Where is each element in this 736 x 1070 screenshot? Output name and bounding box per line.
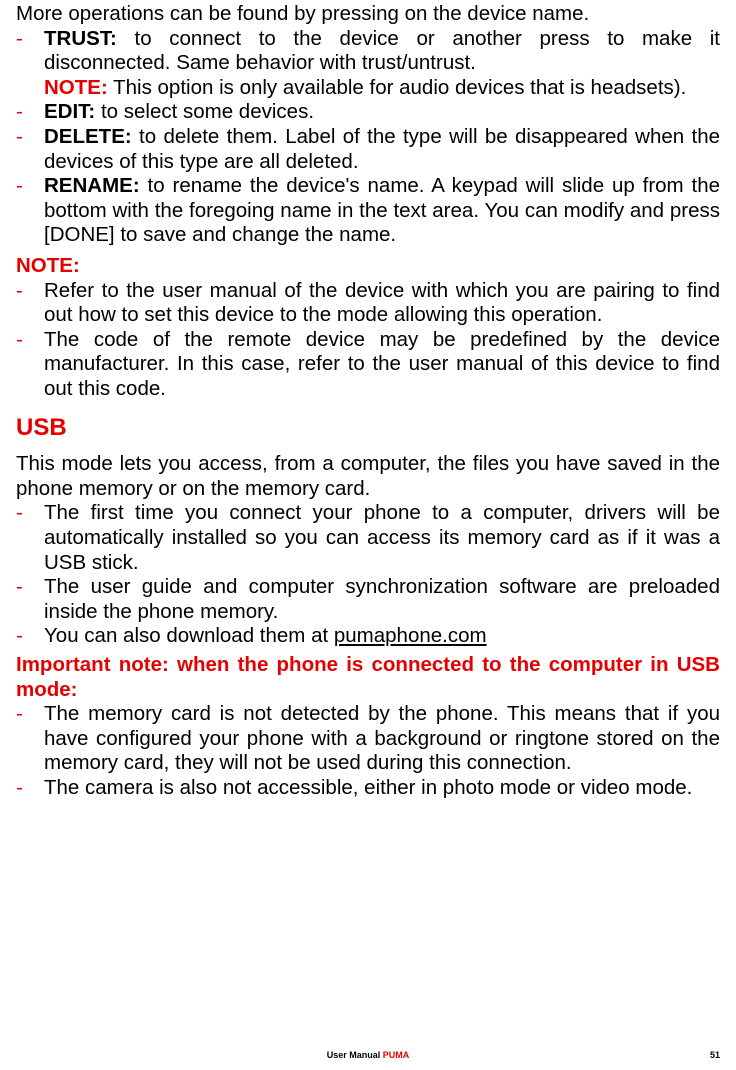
important-item: The camera is also not accessible, eithe…	[16, 776, 720, 801]
op-label: DELETE:	[44, 125, 132, 148]
footer-label: User Manual	[327, 1050, 383, 1060]
usb-download-link[interactable]: pumaphone.com	[334, 624, 487, 647]
note-heading: NOTE:	[16, 254, 720, 279]
op-label: RENAME:	[44, 174, 140, 197]
footer-brand: PUMA	[383, 1050, 410, 1060]
note-list: Refer to the user manual of the device w…	[16, 279, 720, 402]
op-note-label: NOTE:	[44, 76, 108, 99]
page-number: 51	[710, 1050, 720, 1061]
usb-title: USB	[16, 414, 720, 443]
important-heading: Important note: when the phone is connec…	[16, 653, 720, 702]
op-text: to connect to the device or another pres…	[44, 27, 720, 75]
op-label: TRUST:	[44, 27, 117, 50]
note-item: The code of the remote device may be pre…	[16, 328, 720, 402]
usb-download-pre: You can also download them at	[44, 624, 334, 647]
operations-list: TRUST: to connect to the device or anoth…	[16, 27, 720, 248]
usb-intro: This mode lets you access, from a comput…	[16, 452, 720, 501]
op-label: EDIT:	[44, 100, 95, 123]
op-trust: TRUST: to connect to the device or anoth…	[16, 27, 720, 101]
usb-item-download: You can also download them at pumaphone.…	[16, 624, 720, 649]
intro-text: More operations can be found by pressing…	[16, 2, 720, 27]
op-delete: DELETE: to delete them. Label of the typ…	[16, 125, 720, 174]
op-edit: EDIT: to select some devices.	[16, 100, 720, 125]
usb-list: The first time you connect your phone to…	[16, 501, 720, 649]
op-note-text: This option is only available for audio …	[108, 76, 687, 99]
footer-center: User Manual PUMA	[327, 1050, 410, 1061]
op-text: to rename the device's name. A keypad wi…	[44, 174, 720, 246]
usb-item: The user guide and computer synchronizat…	[16, 575, 720, 624]
op-rename: RENAME: to rename the device's name. A k…	[16, 174, 720, 248]
important-item: The memory card is not detected by the p…	[16, 702, 720, 776]
op-text: to delete them. Label of the type will b…	[44, 125, 720, 173]
important-list: The memory card is not detected by the p…	[16, 702, 720, 800]
note-item: Refer to the user manual of the device w…	[16, 279, 720, 328]
op-text: to select some devices.	[95, 100, 314, 123]
usb-item: The first time you connect your phone to…	[16, 501, 720, 575]
